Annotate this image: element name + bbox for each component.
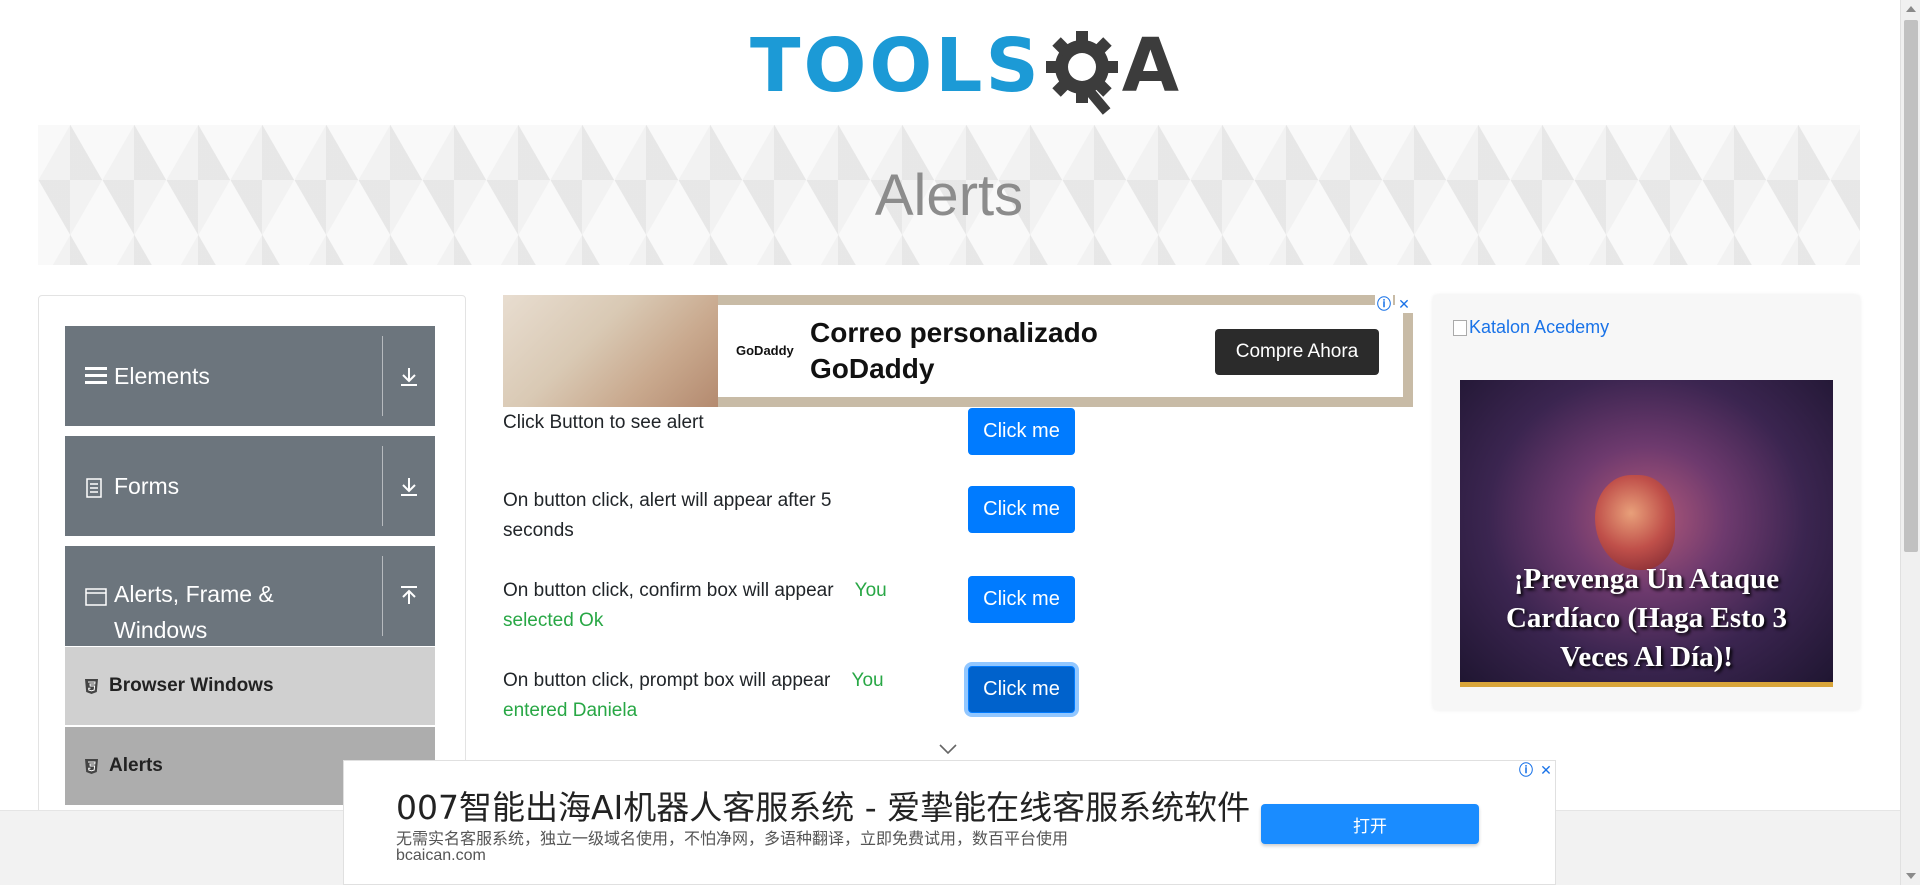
info-icon[interactable]: ⓘ [1517,761,1535,779]
heart-image [1595,475,1675,570]
timer-alert-row-text: On button click, alert will appear after… [503,486,878,546]
alert-description: Click Button to see alert [503,412,704,433]
prompt-row-text: On button click, prompt box will appear … [503,666,923,726]
heart-ad-headline: ¡Prevenga Un Ataque Cardíaco (Haga Esto … [1505,563,1788,673]
hamburger-icon [85,366,107,391]
sidebar-group-forms[interactable]: Forms [65,436,435,536]
vertical-scrollbar[interactable] [1900,0,1920,885]
html5-icon [83,678,99,694]
sidebar-group-label: Elements [114,363,210,389]
heart-ad-image[interactable]: ¡Prevenga Un Ataque Cardíaco (Haga Esto … [1460,380,1833,687]
logo-text-a: A [1121,22,1180,109]
sidebar-item-label: Browser Windows [109,675,274,696]
alert-description: On button click, prompt box will appear [503,670,831,691]
timer-alert-button[interactable]: Click me [968,486,1075,533]
godaddy-logo: GoDaddy [736,343,794,358]
ad-photo [503,295,718,407]
gear-magnifier-icon [1044,27,1122,115]
ad-choices[interactable]: ⓘ ✕ [1375,295,1413,313]
prompt-button[interactable]: Click me [968,666,1075,713]
download-icon[interactable] [393,470,425,502]
bottom-ad-domain: bcaican.com [396,847,486,864]
page: TOOLS A Alerts Elements Forms Alerts, Fr… [0,0,1920,885]
godaddy-ad[interactable]: GoDaddy Correo personalizado GoDaddy Com… [503,295,1413,407]
broken-image-icon [1453,319,1467,336]
scroll-up-icon[interactable] [1906,6,1916,12]
scrollbar-thumb[interactable] [1904,20,1918,552]
toolsqa-logo[interactable]: TOOLS A [750,18,1179,115]
divider [382,446,383,526]
sidebar-group-label: Forms [114,473,180,499]
close-icon[interactable]: ✕ [1395,295,1413,313]
alert-description: On button click, alert will appear after… [503,490,832,541]
page-title: Alerts [874,162,1024,228]
ad-headline: Correo personalizado GoDaddy [810,317,1098,384]
sidebar-group-label: Alerts, Frame & Windows [114,581,274,643]
katalon-ad-link[interactable]: Katalon Acedemy [1453,317,1609,338]
upload-icon[interactable] [393,580,425,612]
divider [382,556,383,636]
katalon-alt-text: Katalon Acedemy [1469,317,1610,337]
close-icon[interactable]: ✕ [1537,761,1555,779]
bottom-ad[interactable]: 007智能出海AI机器人客服系统 - 爱挚能在线客服系统软件 无需实名客服系统，… [343,760,1556,885]
alert-description: On button click, confirm box will appear [503,580,834,601]
sidebar-group-alerts-frame-windows[interactable]: Alerts, Frame & Windows [65,546,435,646]
document-icon [85,478,103,503]
logo-text-tools: TOOLS [750,22,1042,109]
sidebar-item-label: Alerts [109,755,163,776]
divider [382,336,383,416]
confirm-row-text: On button click, confirm box will appear… [503,576,923,636]
html5-icon [83,758,99,774]
alert-row-text: Click Button to see alert [503,408,878,438]
info-icon[interactable]: ⓘ [1375,295,1393,313]
chevron-down-icon[interactable] [938,742,958,756]
ad-accent-bar [1460,682,1833,687]
scroll-down-icon[interactable] [1906,873,1916,879]
sidebar-item-browser-windows[interactable]: Browser Windows [65,647,435,725]
ad-cta-button[interactable]: Compre Ahora [1215,329,1379,375]
alert-button[interactable]: Click me [968,408,1075,455]
download-icon[interactable] [393,360,425,392]
bottom-ad-description: 无需实名客服系统，独立一级域名使用，不怕净网，多语种翻译，立即免费试用，数百平台… [396,829,1069,848]
confirm-button[interactable]: Click me [968,576,1075,623]
bottom-ad-title: 007智能出海AI机器人客服系统 - 爱挚能在线客服系统软件 [396,788,1251,827]
right-ad-panel: Katalon Acedemy ¡Prevenga Un Ataque Card… [1433,295,1860,710]
window-icon [85,588,107,611]
bottom-ad-open-button[interactable]: 打开 [1261,804,1479,844]
sidebar-group-elements[interactable]: Elements [65,326,435,426]
ad-choices[interactable]: ⓘ ✕ [1517,761,1555,779]
page-banner: Alerts [38,125,1860,265]
ad-content: GoDaddy Correo personalizado GoDaddy Com… [718,305,1403,397]
